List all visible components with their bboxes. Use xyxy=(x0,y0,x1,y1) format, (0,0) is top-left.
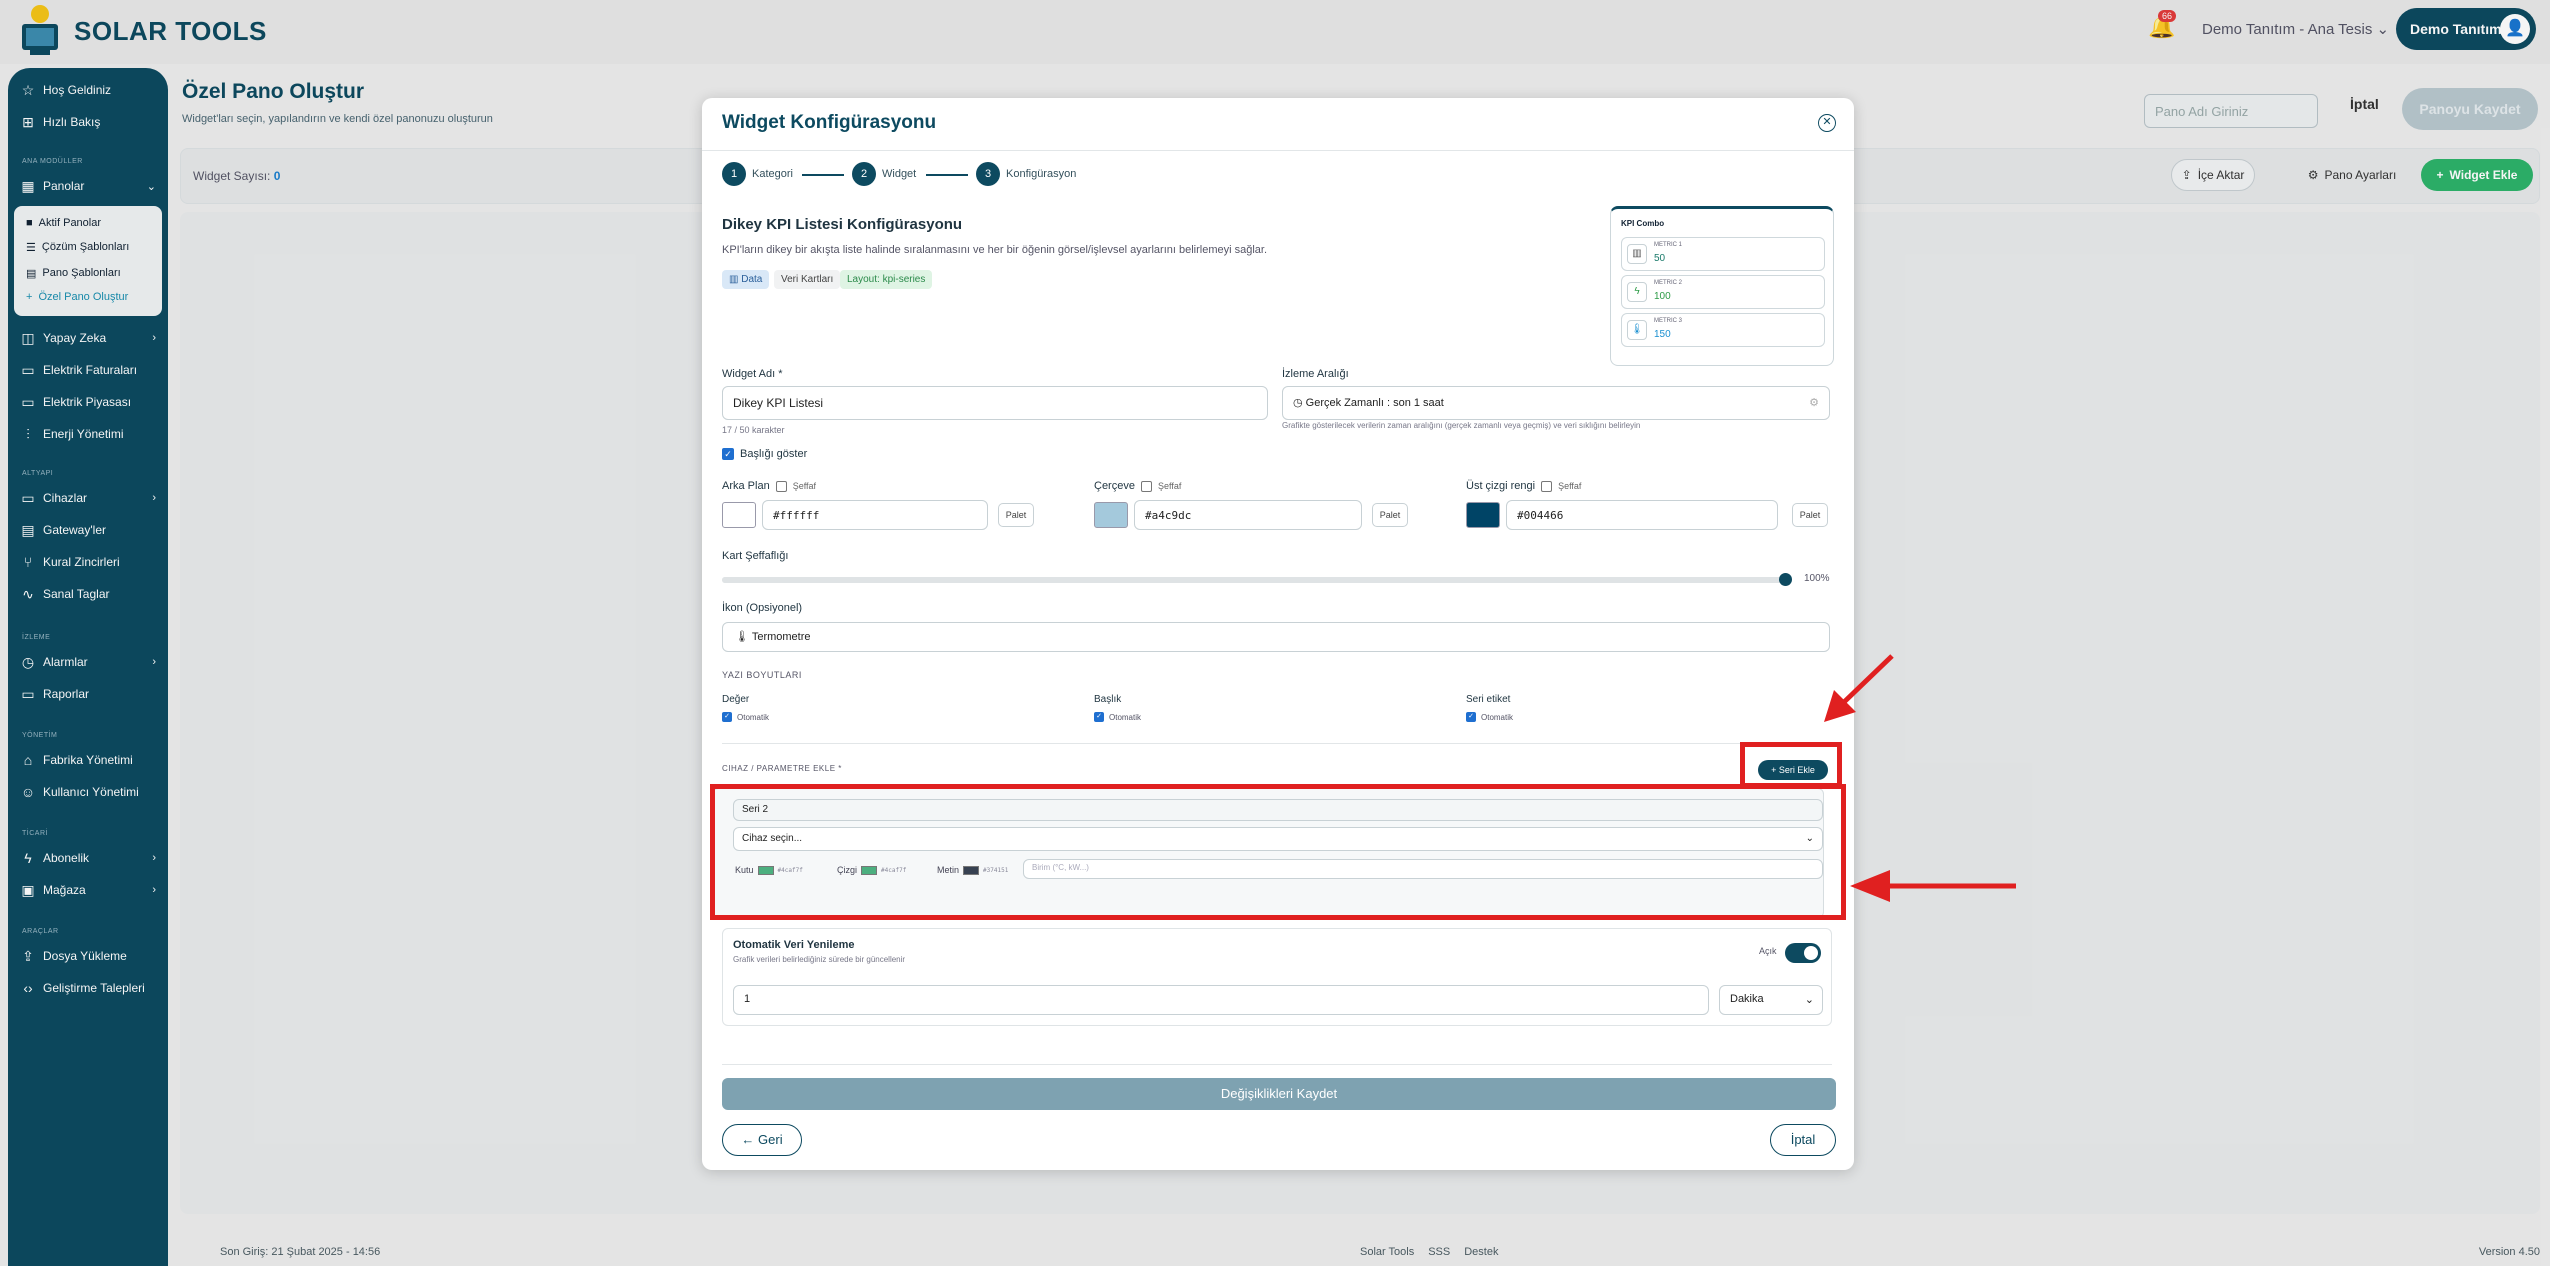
annotation-arrow-head xyxy=(1850,870,1890,902)
annotation-arrows xyxy=(1824,654,2016,902)
annotation-arrow-line xyxy=(1840,654,1894,706)
